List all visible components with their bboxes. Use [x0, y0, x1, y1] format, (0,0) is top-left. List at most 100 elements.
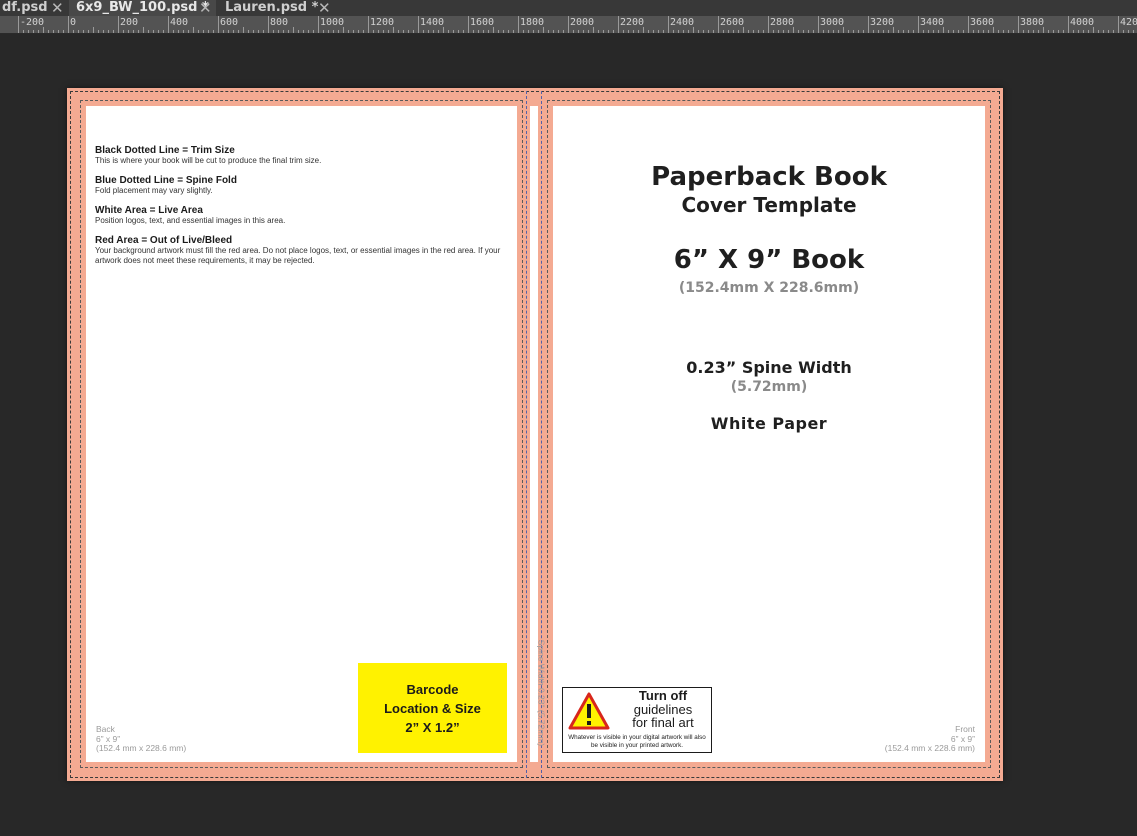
ruler-minor-tick [208, 30, 209, 33]
ruler-minor-tick [43, 27, 44, 33]
close-icon[interactable]: ✕ [51, 0, 64, 16]
ruler-minor-tick [258, 30, 259, 33]
ruler-minor-tick [323, 30, 324, 33]
ruler-minor-tick [1133, 30, 1134, 33]
ruler-minor-tick [348, 30, 349, 33]
ruler-minor-tick [398, 30, 399, 33]
ruler-minor-tick [1023, 30, 1024, 33]
ruler-minor-tick [408, 30, 409, 33]
ruler-minor-tick [58, 30, 59, 33]
ruler-minor-tick [838, 30, 839, 33]
ruler-minor-tick [908, 30, 909, 33]
ruler-minor-tick [1028, 30, 1029, 33]
ruler-minor-tick [723, 30, 724, 33]
ruler-label: 800 [270, 17, 289, 28]
barcode-line3: 2” X 1.2” [405, 719, 460, 735]
ruler-minor-tick [333, 30, 334, 33]
ruler-minor-tick [433, 30, 434, 33]
ruler-minor-tick [278, 30, 279, 33]
ruler-minor-tick [298, 30, 299, 33]
tab-lauren-psd[interactable]: Lauren.psd * ✕ [218, 0, 338, 16]
tab-df-psd[interactable]: df.psd ✕ [0, 0, 67, 16]
close-icon[interactable]: ✕ [318, 0, 331, 16]
ruler-label: 2600 [720, 17, 745, 28]
ruler-minor-tick [828, 30, 829, 33]
info-trim: Black Dotted Line = Trim Size This is wh… [95, 145, 510, 166]
ruler-minor-tick [83, 30, 84, 33]
ruler-minor-tick [913, 30, 914, 33]
ruler-minor-tick [888, 30, 889, 33]
ruler-minor-tick [823, 30, 824, 33]
warning-line2: guidelines [633, 701, 693, 717]
ruler-minor-tick [553, 30, 554, 33]
ruler-minor-tick [763, 30, 764, 33]
warning-line3: for final art [632, 715, 694, 730]
ruler-minor-tick [833, 30, 834, 33]
ruler-label: 3000 [820, 17, 845, 28]
ruler-major-tick [768, 16, 769, 33]
ruler-minor-tick [793, 27, 794, 33]
ruler-minor-tick [858, 30, 859, 33]
ruler-label: 1000 [320, 17, 345, 28]
info-desc: Fold placement may vary slightly. [95, 186, 213, 195]
ruler-minor-tick [183, 30, 184, 33]
ruler-major-tick [668, 16, 669, 33]
ruler-minor-tick [713, 30, 714, 33]
ruler-minor-tick [413, 30, 414, 33]
ruler-minor-tick [313, 30, 314, 33]
horizontal-ruler[interactable]: -200 0 200 400 600 800 1000 1200 1400 1600 1800 200… [0, 16, 1137, 34]
ruler-minor-tick [808, 30, 809, 33]
ruler-minor-tick [28, 30, 29, 33]
ruler-minor-tick [383, 30, 384, 33]
ruler-minor-tick [1093, 27, 1094, 33]
ruler-minor-tick [608, 30, 609, 33]
ruler-minor-tick [1128, 30, 1129, 33]
ruler-minor-tick [263, 30, 264, 33]
ruler-label: -200 [20, 17, 45, 28]
ruler-label: 400 [170, 17, 189, 28]
ruler-minor-tick [783, 30, 784, 33]
spine-fold-left [526, 91, 527, 778]
ruler-minor-tick [753, 30, 754, 33]
ruler-minor-tick [698, 30, 699, 33]
ruler-minor-tick [503, 30, 504, 33]
info-title: Blue Dotted Line = Spine Fold [95, 175, 237, 186]
document-tab-bar: df.psd ✕ 6x9_BW_100.psd * ✕ Lauren.psd *… [0, 0, 1137, 16]
ruler-minor-tick [373, 30, 374, 33]
ruler-minor-tick [983, 30, 984, 33]
ruler-minor-tick [1003, 30, 1004, 33]
ruler-minor-tick [1078, 30, 1079, 33]
ruler-minor-tick [133, 30, 134, 33]
ruler-minor-tick [193, 27, 194, 33]
ruler-minor-tick [613, 30, 614, 33]
ruler-minor-tick [33, 30, 34, 33]
warning-icon [568, 692, 610, 730]
book-size-metric: (152.4mm X 228.6mm) [678, 280, 860, 296]
ruler-major-tick [1118, 16, 1119, 33]
ruler-minor-tick [788, 30, 789, 33]
tab-label: Lauren.psd * [225, 0, 319, 15]
ruler-minor-tick [1058, 30, 1059, 33]
ruler-label: 3800 [1020, 17, 1045, 28]
ruler-major-tick [118, 16, 119, 33]
ruler-minor-tick [898, 30, 899, 33]
ruler-minor-tick [948, 30, 949, 33]
paper-type: White Paper [710, 414, 828, 433]
ruler-minor-tick [1123, 30, 1124, 33]
ruler-label: 600 [220, 17, 239, 28]
info-title: Black Dotted Line = Trim Size [95, 145, 235, 156]
ruler-minor-tick [293, 27, 294, 33]
ruler-major-tick [418, 16, 419, 33]
ruler-minor-tick [958, 30, 959, 33]
ruler-minor-tick [453, 30, 454, 33]
ruler-minor-tick [558, 30, 559, 33]
tab-6x9-bw-100-psd[interactable]: 6x9_BW_100.psd * ✕ [69, 0, 216, 16]
ruler-minor-tick [523, 30, 524, 33]
ruler-minor-tick [273, 30, 274, 33]
ruler-minor-tick [363, 30, 364, 33]
close-icon[interactable]: ✕ [199, 0, 212, 16]
front-title: Paperback Book [651, 162, 887, 192]
spine-width: 0.23” Spine Width [686, 358, 852, 377]
ruler-minor-tick [988, 30, 989, 33]
ruler-minor-tick [233, 30, 234, 33]
